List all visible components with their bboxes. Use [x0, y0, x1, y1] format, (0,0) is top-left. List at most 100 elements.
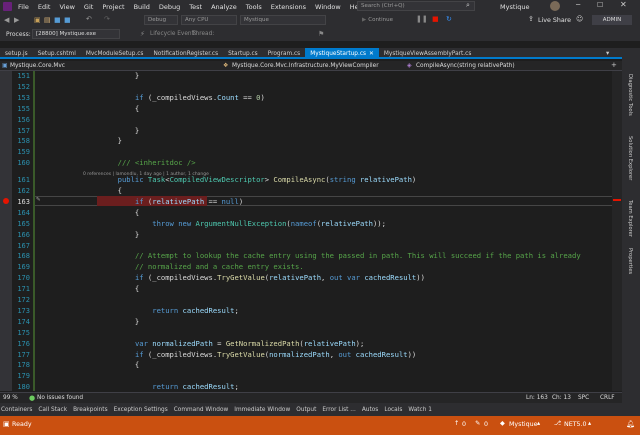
tab-document[interactable]: Startup.cs	[223, 48, 263, 59]
code-token: relativePath	[303, 338, 356, 348]
startup-dropdown[interactable]: Mystique	[240, 15, 326, 25]
framework-name[interactable]: NET5.0	[564, 421, 587, 428]
nav-project[interactable]: Mystique.Core.Mvc	[10, 63, 65, 69]
open-icon[interactable]: ▤	[44, 16, 51, 24]
solution-explorer-tab[interactable]: Solution Explorer	[627, 136, 633, 180]
tab-document[interactable]: Setup.cshtml	[33, 48, 81, 59]
forward-icon[interactable]: ▶	[14, 16, 19, 24]
line-number: 152	[17, 82, 30, 91]
close-icon[interactable]: ✕	[620, 0, 627, 9]
menu-item[interactable]: Git	[84, 3, 93, 11]
code-token: // Attempt to lookup the cache entry usi…	[134, 251, 581, 261]
restart-icon[interactable]: ↻	[446, 15, 452, 23]
tab-document[interactable]: MvcModuleSetup.cs	[81, 48, 149, 59]
issues-status[interactable]: No issues found	[37, 395, 83, 401]
repo-name[interactable]: Mystique	[509, 421, 538, 428]
whitespace-mode[interactable]: SPC	[578, 395, 589, 401]
code-line: if (relativePath == null)	[83, 197, 243, 206]
menu-item[interactable]: View	[59, 3, 74, 11]
tool-window-tab[interactable]: Watch 1	[408, 407, 432, 413]
menu-item[interactable]: Extensions	[271, 3, 306, 11]
menu-item[interactable]: Project	[102, 3, 124, 11]
tab-strip: setup.js Setup.cshtml MvcModuleSetup.cs Not…	[0, 48, 622, 59]
tool-window-tab[interactable]: Locals	[384, 407, 402, 413]
new-project-icon[interactable]: ▣	[34, 16, 41, 24]
commits-count[interactable]: 0	[462, 421, 466, 428]
continue-button[interactable]: ▶ Continue	[358, 15, 410, 25]
avatar[interactable]	[550, 1, 560, 11]
search-box[interactable]: Search (Ctrl+Q)	[357, 1, 475, 11]
status-bar: ▣ Ready ↑ 0 ✎ 0 ◆ Mystique ▴ ⎇ NET5.0 ▴ …	[0, 416, 640, 435]
redo-icon[interactable]: ↷	[104, 15, 110, 23]
tool-window-tab[interactable]: Containers	[1, 407, 32, 413]
stop-icon[interactable]: ■	[432, 15, 439, 23]
zoom-level[interactable]: 99 %	[3, 395, 18, 401]
menu-item[interactable]: Debug	[159, 3, 180, 11]
menu-item[interactable]: Build	[134, 3, 150, 11]
code-token: TryGetValue	[217, 273, 265, 283]
notifications-icon[interactable]: 🔔︎	[626, 420, 635, 428]
tool-window-tab[interactable]: Autos	[362, 407, 378, 413]
platform-dropdown[interactable]: Any CPU	[181, 15, 237, 25]
tool-window-tab[interactable]: Error List ...	[322, 407, 355, 413]
tool-window-tab[interactable]: Call Stack	[38, 407, 67, 413]
properties-tab[interactable]: Properties	[627, 248, 633, 274]
pause-icon[interactable]: ❚❚	[416, 15, 428, 23]
config-dropdown[interactable]: Debug	[144, 15, 178, 25]
code-token: if	[134, 349, 144, 359]
method-icon: ◈	[407, 62, 412, 69]
menu-item[interactable]: Edit	[38, 3, 51, 11]
menu-item[interactable]: Test	[189, 3, 202, 11]
changes-count[interactable]: 0	[484, 421, 488, 428]
team-explorer-tab[interactable]: Team Explorer	[627, 200, 633, 237]
diagnostic-tools-tab[interactable]: Diagnostic Tools	[627, 74, 633, 116]
back-icon[interactable]: ◀	[4, 16, 9, 24]
live-share-button[interactable]: Live Share	[538, 17, 571, 24]
filter-icon[interactable]: ⚑	[318, 30, 324, 38]
code-line: {	[83, 186, 122, 195]
code-token: public	[117, 175, 144, 185]
save-icon[interactable]: ■	[54, 16, 61, 24]
nav-member[interactable]: CompileAsync(string relativePath)	[416, 63, 515, 69]
menu-item[interactable]: Window	[315, 3, 341, 11]
split-icon[interactable]: +	[611, 61, 617, 69]
quick-action-icon[interactable]: ✎	[36, 195, 40, 203]
tab-document[interactable]: Program.cs	[263, 48, 306, 59]
code-editor[interactable]: ✎ 0 references | lamondlu, 1 day ago | 1…	[0, 71, 622, 391]
tool-window-tab[interactable]: Breakpoints	[73, 407, 108, 413]
code-token: relativePath	[269, 273, 322, 283]
tab-document[interactable]: MystiqueViewAssemblyPart.cs	[379, 48, 476, 59]
tool-window-tab[interactable]: Immediate Window	[234, 407, 290, 413]
line-number: 153	[17, 93, 30, 102]
vertical-scrollbar[interactable]	[612, 71, 622, 391]
tab-document[interactable]: NotificationRegister.cs	[148, 48, 223, 59]
menu-item[interactable]: Analyze	[211, 3, 237, 11]
tab-document[interactable]: setup.js	[0, 48, 33, 59]
admin-badge[interactable]: ADMIN	[592, 15, 632, 25]
save-all-icon[interactable]: ■	[64, 16, 71, 24]
tab-overflow-icon[interactable]: ▾	[606, 49, 609, 57]
process-dropdown[interactable]: [28800] Mystique.exe	[32, 29, 120, 39]
undo-icon[interactable]: ↶	[86, 15, 92, 23]
tab-close-icon[interactable]: ✕	[369, 51, 374, 57]
tool-window-tab[interactable]: Command Window	[174, 407, 229, 413]
nav-type[interactable]: Mystique.Core.Mvc.Infrastructure.MyViewC…	[232, 63, 379, 69]
menu-item[interactable]: Tools	[246, 3, 262, 11]
line-number: 163	[17, 197, 30, 206]
code-token: }	[83, 136, 122, 146]
menu-item[interactable]: File	[18, 3, 29, 11]
code-line: /// <inheritdoc />	[83, 158, 196, 167]
lifecycle-events[interactable]: Lifecycle Events	[150, 31, 197, 37]
line-ending[interactable]: CRLF	[600, 395, 615, 401]
tab-document[interactable]: MystiqueStartup.cs ✕	[305, 48, 379, 59]
feedback-icon[interactable]: ☺	[576, 15, 583, 23]
minimize-icon[interactable]: ─	[576, 1, 580, 9]
tool-window-tab[interactable]: Output	[296, 407, 316, 413]
tab-label: MystiqueViewAssemblyPart.cs	[383, 50, 472, 57]
breakpoint-icon[interactable]	[3, 198, 9, 204]
tool-window-tab[interactable]: Exception Settings	[114, 407, 168, 413]
code-token: {	[83, 186, 122, 195]
maximize-icon[interactable]: ☐	[597, 1, 603, 9]
